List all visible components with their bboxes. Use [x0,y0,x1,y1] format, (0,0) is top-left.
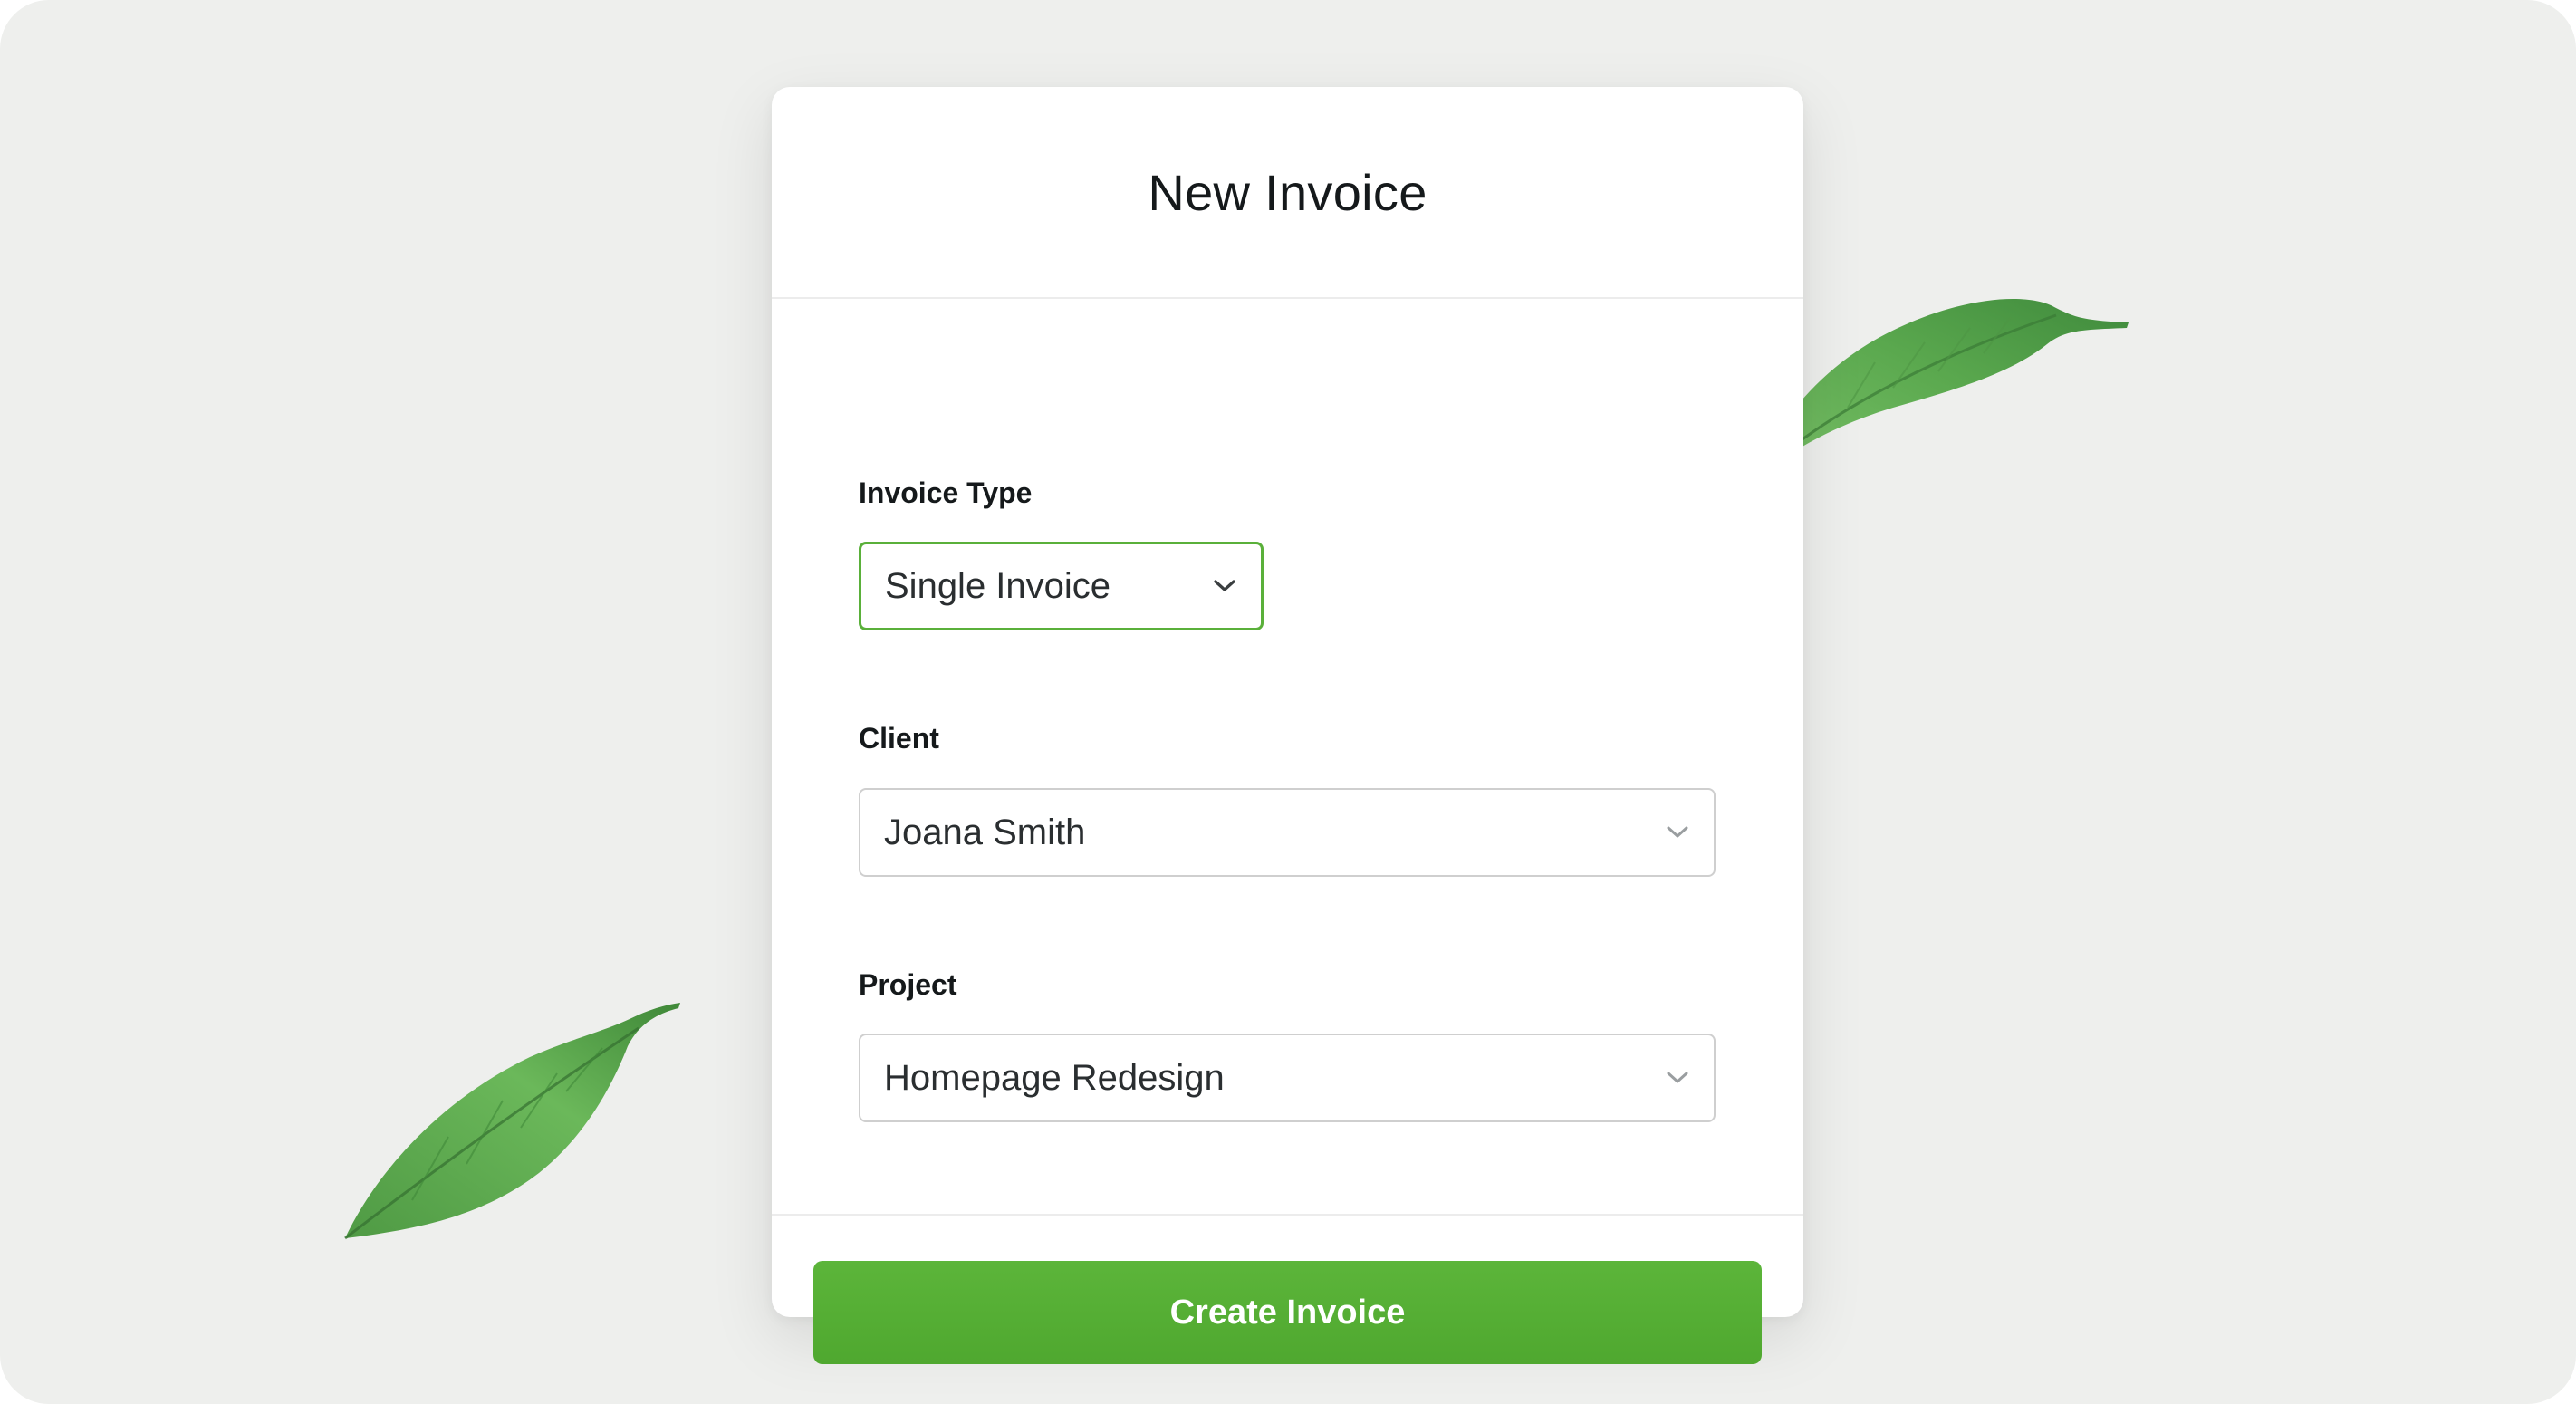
project-value: Homepage Redesign [884,1057,1225,1098]
client-label: Client [859,722,939,755]
client-value: Joana Smith [884,812,1086,852]
chevron-down-icon [1665,820,1690,845]
page-title: New Invoice [1148,163,1427,221]
project-label: Project [859,968,957,1001]
chevron-down-icon [1212,573,1237,599]
footer-divider [772,1214,1803,1216]
invoice-type-label: Invoice Type [859,476,1033,509]
invoice-type-value: Single Invoice [885,565,1111,606]
chevron-down-icon [1665,1065,1690,1091]
project-select[interactable]: Homepage Redesign [859,1034,1716,1122]
new-invoice-card: New Invoice Invoice Type Single Invoice … [772,87,1803,1364]
create-invoice-label: Create Invoice [1169,1293,1406,1332]
invoice-type-select[interactable]: Single Invoice [859,542,1264,630]
leaf-icon [344,1003,680,1240]
client-select[interactable]: Joana Smith [859,788,1716,877]
card-header: New Invoice [772,87,1803,299]
create-invoice-button[interactable]: Create Invoice [813,1261,1762,1364]
page-background: New Invoice Invoice Type Single Invoice … [0,0,2576,1404]
